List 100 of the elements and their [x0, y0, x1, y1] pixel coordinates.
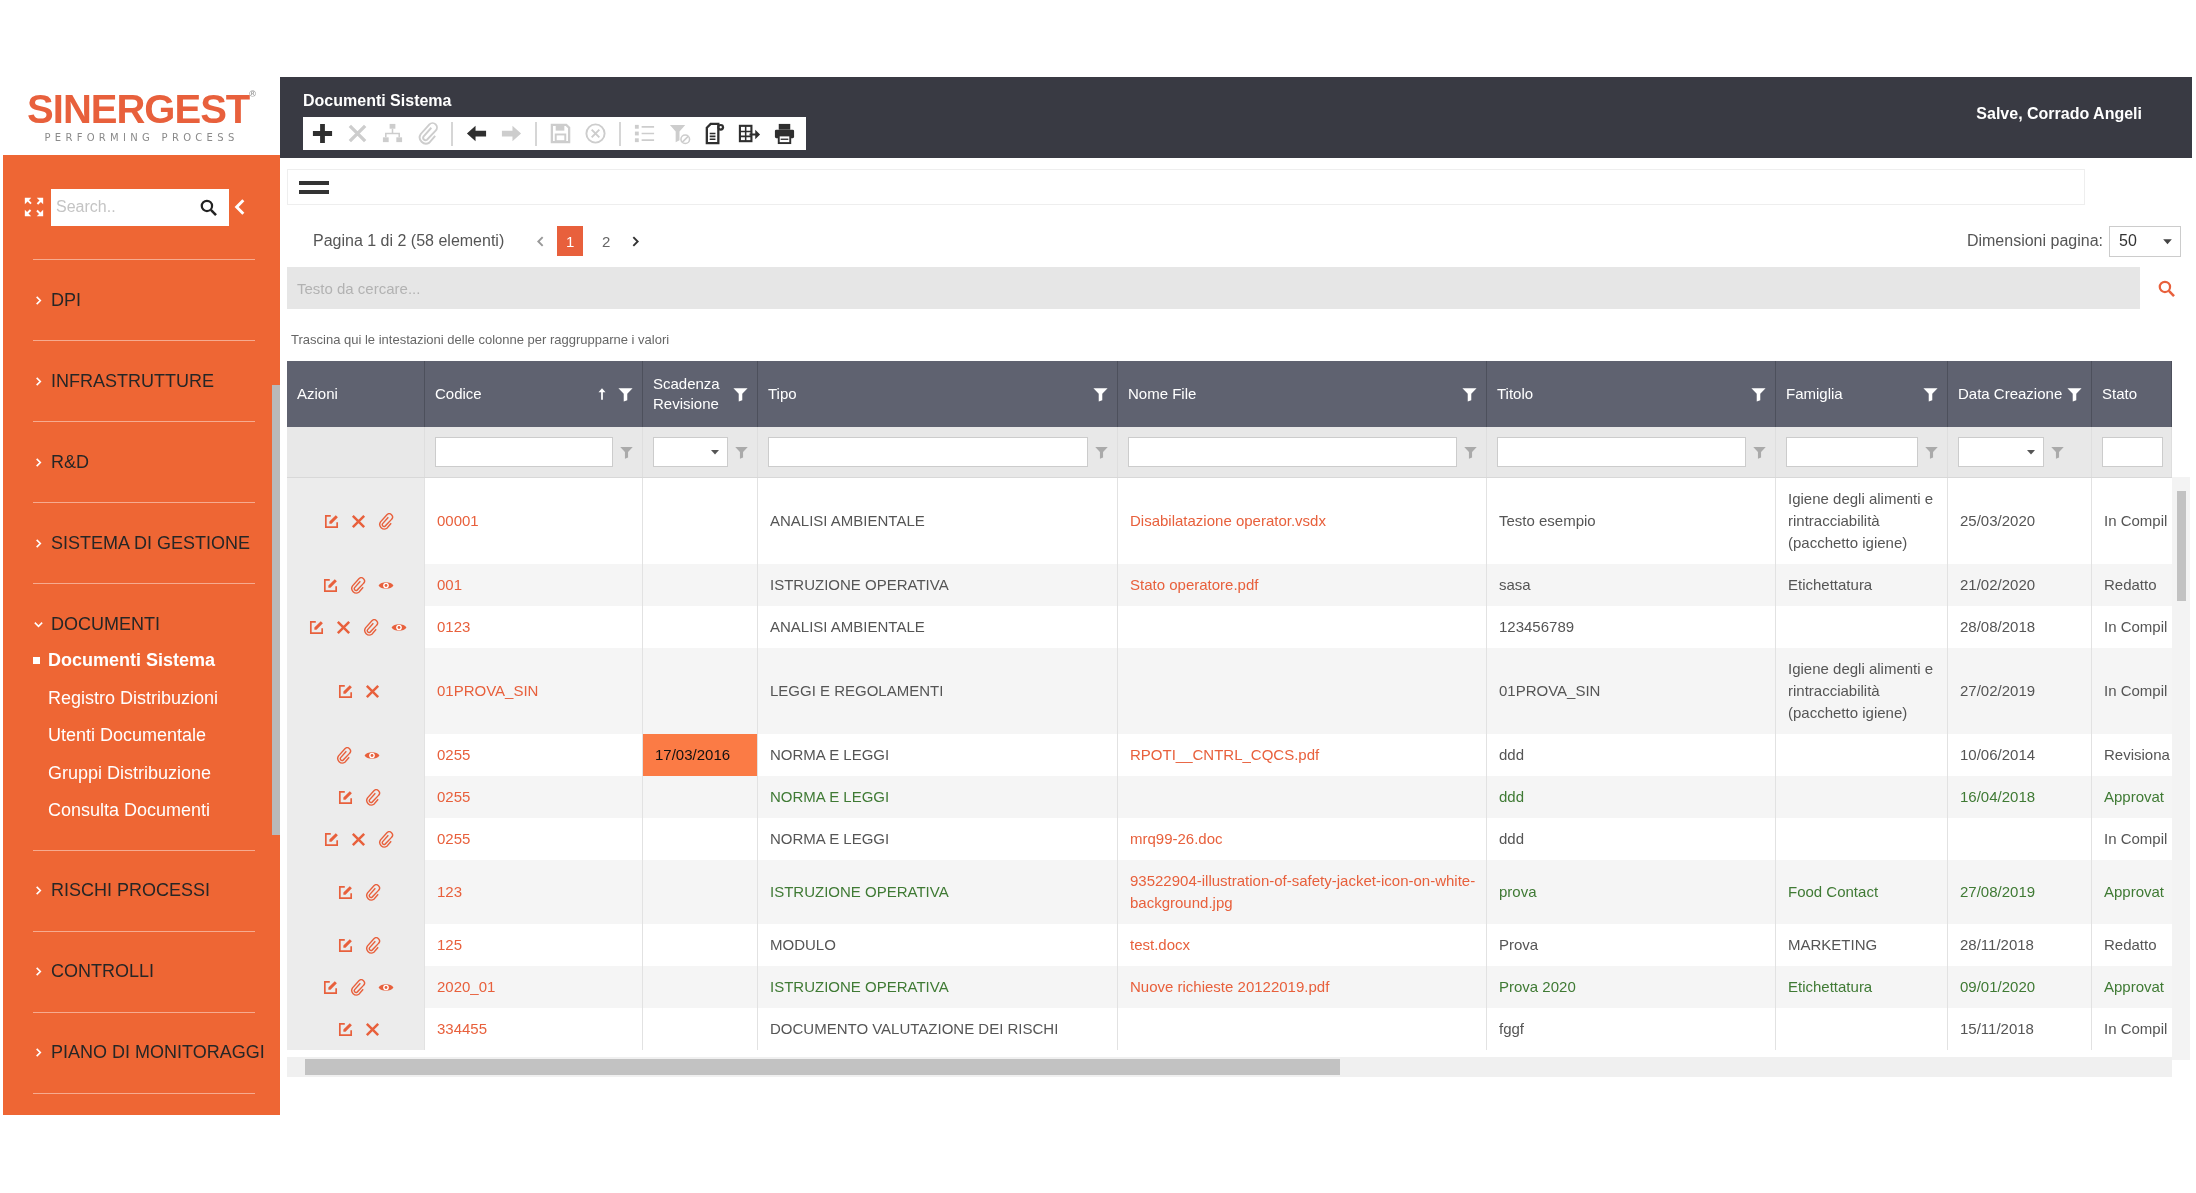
table-row[interactable]: 001 ISTRUZIONE OPERATIVA Stato operatore.pdf sasa Etichettatura 21/02/2020 Redatto — [287, 564, 2172, 606]
plus-icon[interactable] — [311, 122, 334, 145]
cross-icon[interactable] — [350, 830, 367, 848]
user-greeting: Salve, Corrado Angeli — [1976, 104, 2143, 124]
filter-icon[interactable] — [1750, 385, 1767, 403]
submenu-item[interactable]: Registro Distribuzioni — [48, 687, 219, 709]
filter-field[interactable] — [435, 437, 613, 467]
table-cell: 15/11/2018 — [1948, 1008, 2092, 1050]
edit-icon[interactable] — [323, 830, 340, 848]
column-header[interactable]: Tipo — [768, 384, 797, 404]
menu-item[interactable]: RISCHI PROCESSI — [51, 880, 211, 901]
scrollbar[interactable] — [287, 1057, 2172, 1077]
filter-field[interactable] — [768, 437, 1088, 467]
edit-icon[interactable] — [308, 618, 325, 636]
cross-icon[interactable] — [350, 512, 367, 530]
menu-item[interactable]: SISTEMA DI GESTIONE — [51, 532, 251, 554]
cross-icon[interactable] — [363, 682, 381, 700]
table-cell: DOCUMENTO VALUTAZIONE DEI RISCHI — [758, 1008, 1118, 1050]
filter-icon[interactable] — [1922, 385, 1939, 403]
edit-icon[interactable] — [336, 788, 354, 806]
filter-icon[interactable] — [1461, 385, 1478, 403]
print-icon[interactable] — [773, 122, 796, 145]
paperclip-icon[interactable] — [363, 883, 381, 901]
submenu-item[interactable]: Documenti Sistema — [48, 650, 216, 672]
edit-icon[interactable] — [336, 883, 354, 901]
column-header[interactable]: Codice — [435, 384, 482, 404]
edit-icon[interactable] — [323, 512, 340, 530]
table-row[interactable]: 2020_01 ISTRUZIONE OPERATIVA Nuove richieste 20122019.pdf Prova 2020 Etichettatura 09/01/2020 Approvat — [287, 966, 2172, 1008]
scrollbar[interactable] — [2172, 477, 2190, 1060]
table-export-icon[interactable] — [738, 122, 761, 145]
table-cell-text: In Compil — [2103, 617, 2169, 637]
table-cell-text: Redatto — [2103, 935, 2158, 955]
page-title: Documenti Sistema — [303, 92, 453, 110]
table-cell-text: In Compil — [2103, 511, 2169, 531]
filter-icon[interactable] — [617, 385, 634, 403]
cross-icon[interactable] — [363, 1020, 381, 1038]
column-header[interactable]: Azioni — [297, 384, 338, 404]
paperclip-icon[interactable] — [362, 618, 379, 636]
filter-icon[interactable] — [2066, 385, 2083, 403]
filter-field[interactable] — [1786, 437, 1918, 467]
filter-icon[interactable] — [1092, 385, 1109, 403]
table-row[interactable]: 123 ISTRUZIONE OPERATIVA 93522904-illustration-of-safety-jacket-icon-on-white-background.jpg prova Food Contact 27/08/2019 Approvat — [287, 860, 2172, 924]
page-size-select[interactable]: 50 — [2109, 225, 2181, 257]
filter-field[interactable] — [1497, 437, 1746, 467]
expand-icon[interactable] — [23, 196, 45, 218]
table-cell-text: In Compil — [2103, 1019, 2169, 1039]
menu-item[interactable]: DPI — [51, 289, 81, 311]
page-button[interactable]: 1 — [557, 226, 584, 256]
paperclip-icon[interactable] — [377, 512, 394, 530]
logo-text: SINERGEST$^{®}$ — [27, 89, 256, 129]
scrollbar[interactable] — [272, 385, 280, 835]
edit-icon[interactable] — [336, 1020, 354, 1038]
table-cell-text: In Compil — [2103, 829, 2169, 849]
table-cell-text: Approvat — [2103, 882, 2166, 902]
menu-item[interactable]: INFRASTRUTTURE — [51, 370, 214, 392]
table-cell-text: Revisiona — [2103, 745, 2171, 765]
table-row[interactable]: 01PROVA_SIN LEGGI E REGOLAMENTI 01PROVA_SIN Igiene degli alimenti e rintracciabilità (pacchetto igiene) 27/02/2019 In Compil — [287, 648, 2172, 734]
paperclip-icon[interactable] — [363, 936, 381, 954]
edit-icon[interactable] — [336, 682, 354, 700]
table-cell-text: Approvat — [2103, 787, 2166, 807]
edit-icon[interactable] — [336, 936, 354, 954]
table-cell: 17/03/2016 — [643, 734, 758, 776]
paperclip-icon[interactable] — [377, 830, 394, 848]
search-field[interactable]: Search.. — [51, 188, 229, 226]
column-header[interactable]: Famiglia — [1786, 384, 1843, 404]
filter-icon[interactable] — [732, 385, 749, 403]
table-cell-text: In Compil — [2103, 681, 2169, 701]
edit-icon[interactable] — [321, 576, 339, 594]
edit-icon[interactable] — [321, 978, 339, 996]
table-cell: fggf — [1487, 1008, 1776, 1050]
logo-tagline: PERFORMING PROCESS — [44, 132, 239, 143]
group-hint: Trascina qui le intestazioni delle colonne per raggrupparne i valori — [290, 331, 671, 349]
paperclip-icon[interactable] — [348, 576, 366, 594]
table-row[interactable]: 0255 NORMA E LEGGI ddd 16/04/2018 Approvat — [287, 776, 2172, 818]
paperclip-icon[interactable] — [348, 978, 366, 996]
table-row[interactable]: 0255 17/03/2016 NORMA E LEGGI RPOTI__CNTRL_CQCS.pdf ddd 10/06/2014 Revisiona — [287, 734, 2172, 776]
menu-item[interactable]: CONTROLLI — [51, 961, 155, 982]
table-cell-text: Redatto — [2103, 575, 2158, 595]
column-header[interactable]: Stato — [2102, 384, 2138, 404]
menu-item[interactable]: R&D — [51, 451, 89, 473]
bullet-icon — [33, 657, 40, 665]
document-gear-icon[interactable] — [703, 122, 726, 145]
column-header[interactable]: Titolo — [1497, 384, 1534, 404]
page-size-label: Dimensioni pagina: — [1966, 232, 2103, 250]
column-header[interactable]: Nome File — [1128, 384, 1197, 404]
filter-field[interactable] — [2102, 437, 2163, 467]
pager-summary: Pagina 1 di 2 (58 elementi) — [313, 232, 505, 250]
cross-icon[interactable] — [335, 618, 352, 636]
menu-item[interactable]: DOCUMENTI — [51, 613, 160, 635]
table-cell[interactable]: 334455 — [425, 1008, 643, 1050]
filter-field[interactable] — [1128, 437, 1457, 467]
submenu-item[interactable]: Utenti Documentale — [48, 725, 207, 747]
menu-icon[interactable] — [299, 180, 329, 194]
submenu-item[interactable]: Consulta Documenti — [48, 800, 211, 822]
table-cell-text: Approvat — [2103, 977, 2166, 997]
paperclip-icon[interactable] — [363, 788, 381, 806]
menu-item[interactable]: PIANO DI MONITORAGGI — [51, 1042, 265, 1063]
submenu-item[interactable]: Gruppi Distribuzione — [48, 762, 212, 784]
page-button[interactable]: 2 — [593, 226, 620, 256]
paperclip-icon[interactable] — [335, 746, 352, 764]
